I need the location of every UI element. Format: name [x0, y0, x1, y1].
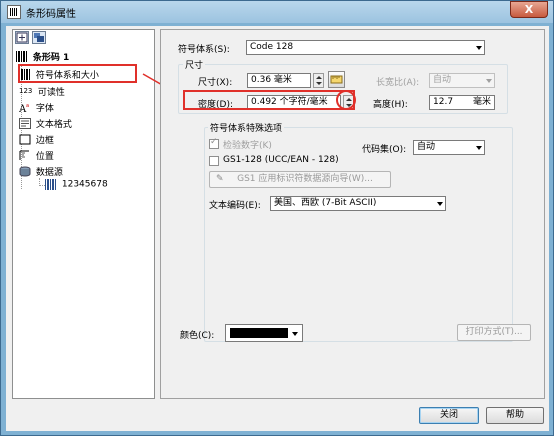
chevron-down-icon [476, 46, 482, 50]
border-icon [19, 134, 31, 145]
height-unit: 毫米 [472, 97, 491, 107]
special-options-title: 符号体系特殊选项 [208, 121, 285, 134]
check-digit-checkbox[interactable] [209, 137, 219, 149]
symbology-select[interactable]: Code 128 [246, 40, 485, 55]
barcode-icon [16, 51, 28, 62]
tree-item-label: 位置 [35, 152, 54, 162]
tree-root-barcode[interactable]: 条形码 1 [16, 50, 69, 63]
tree-item-label: 可读性 [37, 88, 65, 98]
size-group-title: 尺寸 [183, 58, 206, 71]
text-encoding-select[interactable]: 美国、西欧 (7-Bit ASCII) [270, 196, 446, 211]
ruler-icon [330, 75, 343, 84]
symbology-label: 符号体系(S): [178, 45, 230, 55]
tree-item-text-format[interactable]: 文本格式 [19, 117, 72, 130]
tree-item-font[interactable]: Aa 字体 [18, 101, 54, 115]
wizard-icon: ✎ [216, 174, 224, 184]
readability-123-icon: 123 [19, 87, 33, 95]
chevron-down-icon [476, 146, 482, 150]
tree-item-label: 字体 [35, 104, 54, 114]
tree-item-label: 文本格式 [35, 120, 72, 130]
collapse-tree-icon[interactable] [32, 31, 46, 44]
chevron-down-icon [292, 332, 298, 336]
gs1-label: GS1-128 (UCC/EAN - 128) [223, 155, 339, 165]
position-icon [19, 150, 31, 161]
color-swatch [230, 328, 288, 338]
annotation-highlight-box [183, 90, 355, 110]
size-label: 尺寸(X): [198, 78, 233, 88]
size-input[interactable]: 0.36 毫米 [247, 73, 311, 88]
symbology-value: Code 128 [250, 42, 294, 52]
help-button[interactable]: 帮助 [486, 407, 544, 424]
code-set-value: 自动 [417, 142, 436, 152]
svg-text:a: a [26, 103, 29, 109]
annotation-highlight-box [18, 64, 137, 83]
tree-item-position[interactable]: 位置 [19, 149, 54, 162]
tree-item-readability[interactable]: 123 可读性 [19, 85, 65, 98]
chevron-down-icon [437, 202, 443, 206]
properties-panel: 符号体系(S): Code 128 尺寸 尺寸(X): 0.36 毫米 长宽比(… [160, 29, 545, 399]
tree-toolbar [15, 31, 150, 45]
height-input[interactable]: 12.7 毫米 [429, 95, 495, 110]
aspect-ratio-label: 长宽比(A): [376, 78, 420, 88]
font-icon: Aa [18, 102, 31, 115]
size-picker-button[interactable] [328, 71, 345, 88]
aspect-ratio-value: 自动 [433, 75, 452, 85]
title-bar[interactable]: 条形码属性 X [1, 1, 553, 23]
annotation-highlight-circle [336, 90, 356, 110]
size-spinner[interactable] [313, 73, 324, 88]
tree-item-label: 边框 [35, 136, 54, 146]
text-format-icon [19, 118, 31, 129]
chevron-down-icon [486, 79, 492, 83]
gs1-wizard-button[interactable]: ✎ GS1 应用标识符数据源向导(W)... [209, 171, 391, 188]
height-label: 高度(H): [373, 100, 408, 110]
color-picker[interactable] [225, 324, 303, 342]
expand-tree-icon[interactable] [15, 31, 29, 44]
close-button[interactable]: 关闭 [419, 407, 479, 424]
tree-item-data-source[interactable]: 数据源 [19, 165, 63, 178]
dialog-window: 条形码属性 X 条形码 1 符号体系和大小 123 可读性 A a 字体 文本格… [0, 0, 554, 436]
barcode-data-icon [45, 179, 57, 190]
height-value: 12.7 [433, 97, 454, 107]
tree-item-label: 12345678 [61, 179, 108, 190]
close-window-button[interactable]: X [510, 1, 548, 18]
property-tree: 条形码 1 符号体系和大小 123 可读性 Aa 字体 文本格式 边框 位置 数… [12, 29, 155, 399]
text-encoding-label: 文本编码(E): [209, 201, 261, 211]
code-set-select[interactable]: 自动 [413, 140, 485, 155]
gs1-wizard-label: GS1 应用标识符数据源向导(W)... [237, 174, 373, 184]
barcode-app-icon [7, 5, 21, 19]
color-label: 颜色(C): [180, 331, 215, 341]
tree-item-label: 数据源 [35, 168, 63, 178]
window-title: 条形码属性 [26, 9, 76, 20]
tree-root-label: 条形码 1 [32, 53, 70, 63]
aspect-ratio-select[interactable]: 自动 [429, 73, 495, 88]
tree-item-border[interactable]: 边框 [19, 133, 54, 146]
text-encoding-value: 美国、西欧 (7-Bit ASCII) [274, 198, 377, 208]
gs1-checkbox[interactable] [209, 156, 219, 166]
database-icon [19, 166, 31, 177]
code-set-label: 代码集(O): [362, 145, 407, 155]
print-method-button[interactable]: 打印方式(T)... [457, 324, 531, 341]
dialog-client-area: 条形码 1 符号体系和大小 123 可读性 Aa 字体 文本格式 边框 位置 数… [6, 26, 549, 431]
check-digit-label: 检验数字(K) [223, 141, 272, 151]
tree-item-data-value[interactable]: 12345678 [45, 179, 108, 192]
